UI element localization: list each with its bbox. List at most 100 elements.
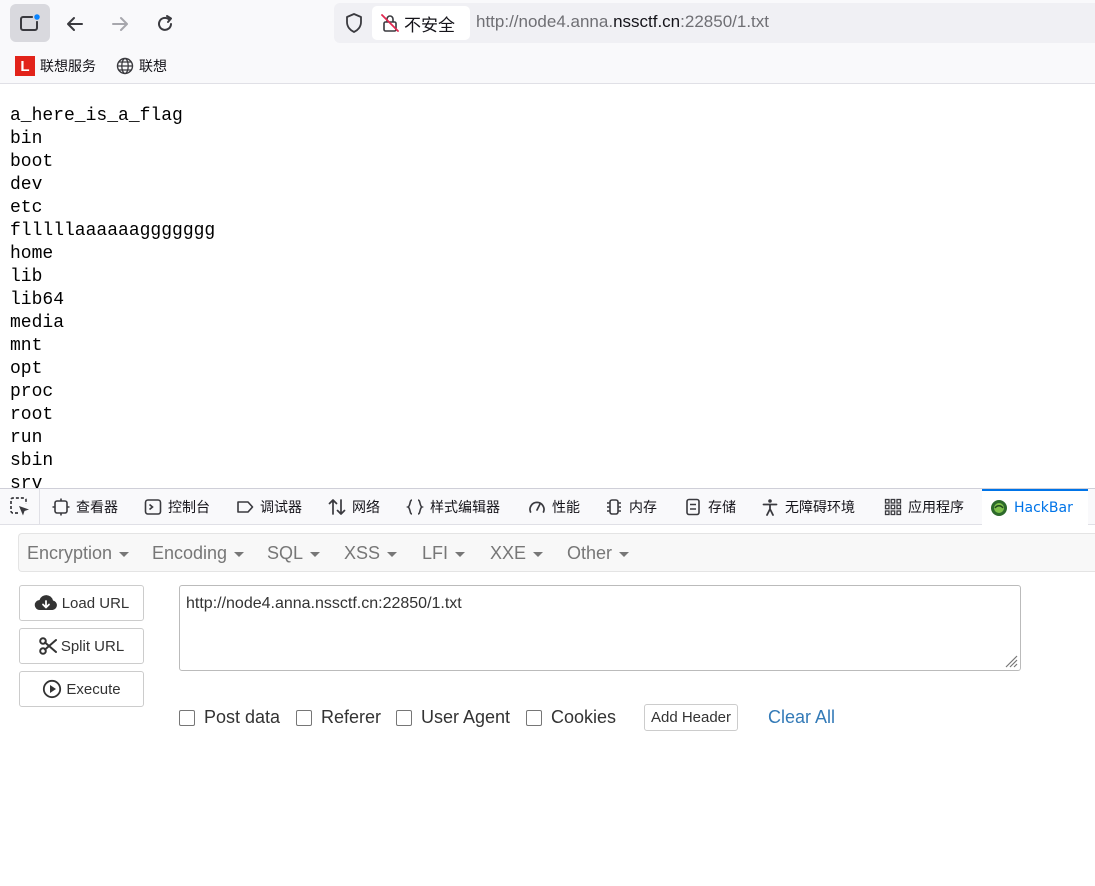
element-picker-button[interactable] [0, 489, 40, 525]
devtools-tab-network[interactable]: 网络 [328, 489, 380, 525]
devtools-tab-performance[interactable]: 性能 [528, 489, 580, 525]
devtools-tab-accessibility[interactable]: 无障碍环境 [761, 489, 855, 525]
browser-toolbar: 不安全 http://node4.anna.nssctf.cn:22850/1.… [0, 0, 1095, 48]
caret-down-icon [119, 552, 130, 557]
post-data-checkbox[interactable] [179, 709, 195, 726]
devtools-panel: 查看器 控制台 调试器 网络 样式编辑器 性能 内存 存储 无障碍环境 应用程序 HackBar E… [0, 488, 1095, 886]
devtools-tabbar: 查看器 控制台 调试器 网络 样式编辑器 性能 内存 存储 无障碍环境 应用程序 HackBar [0, 489, 1095, 525]
back-button[interactable] [59, 8, 91, 40]
caret-down-icon [533, 552, 544, 557]
page-content: a_here_is_a_flag bin boot dev etc flllllaaaaa… [0, 85, 1095, 488]
referer-checkbox[interactable] [296, 709, 312, 726]
cookies-checkbox[interactable] [526, 709, 542, 726]
storage-icon [686, 498, 700, 516]
url-suffix: :22850/1.txt [680, 12, 769, 31]
execute-label: Execute [66, 680, 121, 698]
lenovo-logo-icon: L [15, 56, 35, 76]
hackbar-menu-encryption[interactable]: Encryption [27, 543, 130, 564]
play-circle-icon [43, 679, 62, 699]
listing-entry: opt [10, 359, 43, 379]
hackbar-menu-lfi[interactable]: LFI [422, 543, 466, 564]
listing-entry: a_here_is_a_flag [10, 106, 183, 126]
post-data-label: Post data [204, 707, 281, 727]
bookmark-lenovo[interactable]: 联想 [116, 55, 167, 77]
arrow-left-icon [67, 17, 83, 31]
element-picker-icon [9, 497, 29, 516]
hackbar-menu: Encryption Encoding SQL XSS LFI XXE Other [18, 533, 1095, 572]
bookmark-label: 联想 [139, 59, 167, 75]
performance-icon [529, 501, 545, 513]
devtools-tab-hackbar[interactable]: HackBar [982, 489, 1088, 525]
devtools-tab-memory[interactable]: 内存 [605, 489, 657, 525]
user-agent-checkbox[interactable] [396, 709, 412, 726]
devtools-tab-debugger[interactable]: 调试器 [236, 489, 302, 525]
inspector-icon [52, 498, 70, 516]
arrow-right-icon [112, 17, 128, 31]
hackbar-menu-other[interactable]: Other [567, 543, 630, 564]
listing-entry: media [10, 313, 65, 333]
tracking-protection-button[interactable] [342, 11, 366, 35]
devtools-tab-console[interactable]: 控制台 [144, 489, 210, 525]
bookmark-label: 联想服务 [40, 59, 96, 75]
devtools-tab-label: 控制台 [168, 500, 210, 516]
hackbar-menu-xxe[interactable]: XXE [490, 543, 544, 564]
globe-icon [116, 57, 134, 75]
devtools-tab-label: 性能 [552, 500, 580, 516]
clear-all-link[interactable]: Clear All [768, 707, 835, 728]
hackbar-menu-label: Other [567, 543, 613, 563]
add-header-button[interactable]: Add Header [644, 704, 738, 731]
load-url-button[interactable]: Load URL [19, 585, 144, 621]
hackbar-menu-label: Encoding [152, 543, 228, 563]
load-url-label: Load URL [61, 594, 130, 612]
post-data-option[interactable]: Post data [179, 707, 280, 728]
devtools-tab-label: 网络 [352, 500, 380, 516]
caret-down-icon [310, 552, 321, 557]
insecure-lock-icon [381, 14, 399, 32]
shield-icon [346, 13, 362, 33]
url-prefix: http://node4.anna. [476, 12, 614, 31]
split-url-button[interactable]: Split URL [19, 628, 144, 664]
accessibility-icon [762, 499, 778, 516]
tab-overview-button[interactable] [10, 4, 50, 42]
devtools-tab-label: HackBar [1014, 500, 1073, 516]
hackbar-menu-encoding[interactable]: Encoding [152, 543, 245, 564]
tabs-icon [20, 13, 41, 31]
devtools-tab-label: 调试器 [260, 500, 302, 516]
application-icon [884, 498, 902, 516]
devtools-tab-label: 内存 [629, 500, 657, 516]
reload-icon [158, 15, 172, 31]
debugger-icon [237, 501, 254, 513]
scissors-icon [39, 637, 57, 655]
site-security-button[interactable]: 不安全 [372, 6, 470, 40]
referer-option[interactable]: Referer [296, 707, 381, 728]
hackbar-menu-xss[interactable]: XSS [344, 543, 398, 564]
caret-down-icon [387, 552, 398, 557]
address-bar[interactable]: 不安全 http://node4.anna.nssctf.cn:22850/1.… [334, 3, 1095, 43]
hackbar-menu-label: Encryption [27, 543, 113, 563]
devtools-tab-label: 存储 [708, 500, 736, 516]
listing-entry: srv [10, 474, 43, 488]
console-icon [144, 499, 162, 515]
url-display[interactable]: http://node4.anna.nssctf.cn:22850/1.txt [476, 12, 769, 32]
hackbar-url-input[interactable] [179, 585, 1021, 671]
execute-button[interactable]: Execute [19, 671, 144, 707]
devtools-tab-application[interactable]: 应用程序 [884, 489, 964, 525]
listing-entry: run [10, 428, 43, 448]
cloud-download-icon [34, 595, 57, 611]
devtools-tab-style-editor[interactable]: 样式编辑器 [406, 489, 500, 525]
hackbar-menu-sql[interactable]: SQL [267, 543, 321, 564]
cookies-option[interactable]: Cookies [526, 707, 616, 728]
resize-grip-icon[interactable] [1002, 652, 1018, 668]
user-agent-option[interactable]: User Agent [396, 707, 510, 728]
bookmark-lenovo-service[interactable]: L 联想服务 [15, 55, 96, 77]
devtools-tab-inspector[interactable]: 查看器 [52, 489, 118, 525]
network-icon [328, 499, 346, 515]
directory-listing: a_here_is_a_flag bin boot dev etc flllllaaaaa… [10, 105, 215, 488]
caret-down-icon [619, 552, 630, 557]
security-label: 不安全 [404, 15, 455, 36]
listing-entry: root [10, 405, 54, 425]
cookies-label: Cookies [551, 707, 617, 727]
forward-button[interactable] [104, 8, 136, 40]
reload-button[interactable] [149, 8, 181, 40]
devtools-tab-storage[interactable]: 存储 [684, 489, 736, 525]
